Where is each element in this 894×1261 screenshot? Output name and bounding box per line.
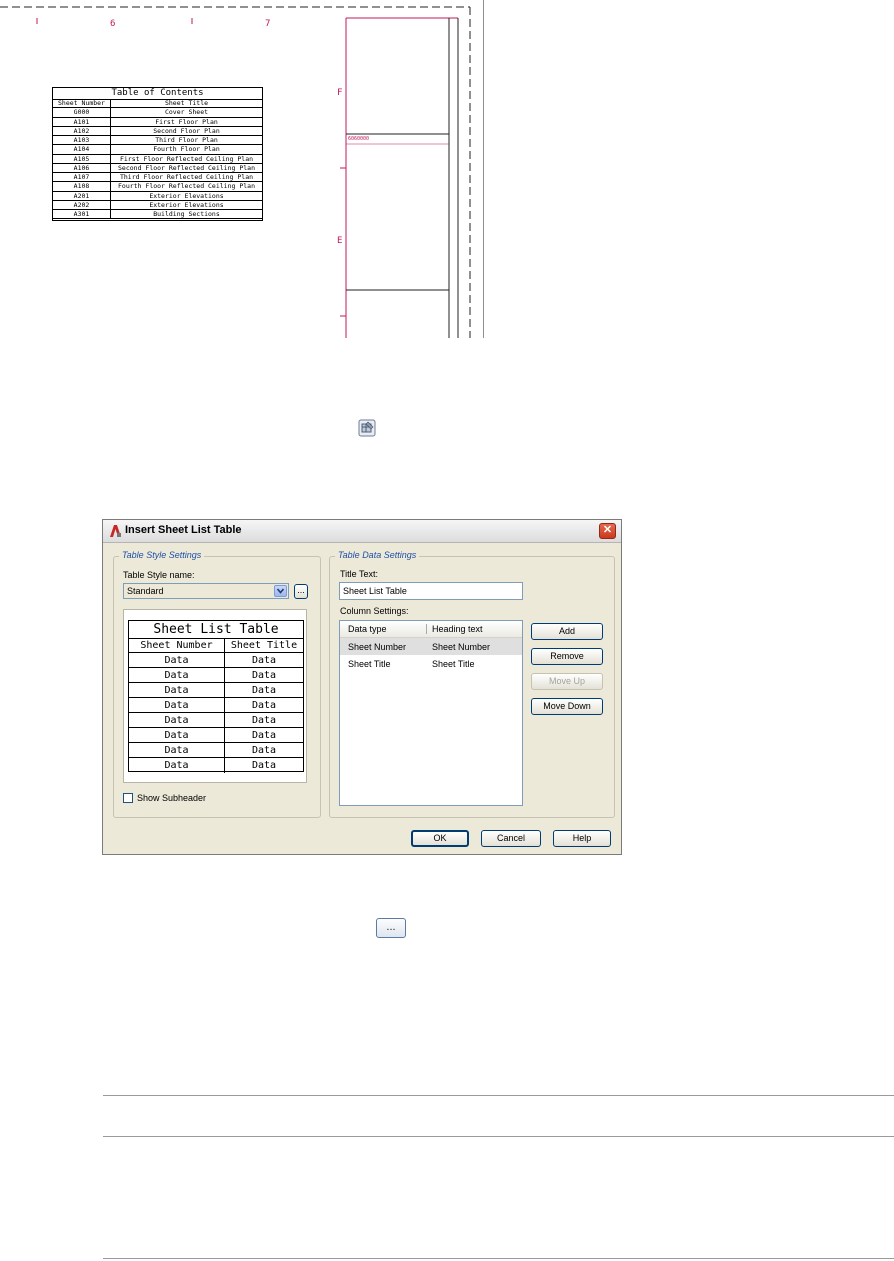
show-subheader-checkbox[interactable] — [123, 793, 133, 803]
toc-sheet-title: Building Sections — [111, 210, 262, 220]
help-button[interactable]: Help — [553, 830, 611, 847]
sheet-list-table-tool-icon — [358, 419, 376, 437]
toc-sheet-number: A105 — [53, 154, 111, 164]
preview-data-cell: Data — [225, 653, 303, 668]
toc-sheet-number: A108 — [53, 182, 111, 192]
toc-sheet-number: A106 — [53, 163, 111, 173]
preview-table: Sheet List Table Sheet Number Sheet Title… — [128, 620, 304, 773]
chevron-down-icon[interactable] — [274, 585, 287, 597]
table-style-name-value: Standard — [127, 586, 164, 596]
preview-data-cell: Data — [225, 698, 303, 713]
column-settings-list[interactable]: Data type Heading text Sheet Number Shee… — [339, 620, 523, 806]
table-style-settings-legend: Table Style Settings — [119, 550, 205, 560]
toc-header-cell: Sheet Number — [53, 99, 111, 109]
preview-data-cell: Data — [129, 683, 225, 698]
toc-sheet-title: Cover Sheet — [111, 108, 262, 118]
preview-data-cell: Data — [129, 668, 225, 683]
toc-sheet-title: Third Floor Plan — [111, 136, 262, 146]
preview-data-cell: Data — [251, 760, 277, 771]
column-data-type: Sheet Number — [348, 642, 407, 652]
drawing-viewport: 6 7 F E 6060000 Table of Contents Sheet … — [0, 0, 484, 338]
column-label: 7 — [265, 19, 271, 29]
toc-sheet-number: A202 — [53, 200, 111, 210]
toc-header-cell: Sheet Title — [111, 99, 262, 109]
toc-sheet-title: First Floor Plan — [111, 118, 262, 127]
toc-sheet-title: Fourth Floor Plan — [111, 145, 262, 155]
toc-sheet-number: A102 — [53, 126, 111, 136]
toc-sheet-number: A201 — [53, 191, 111, 201]
preview-header-cell: Sheet Number — [129, 638, 225, 653]
toc-sheet-title: Third Floor Reflected Ceiling Plan — [111, 173, 262, 183]
drawing-note: 6060000 — [348, 136, 370, 142]
close-icon: ✕ — [602, 524, 613, 536]
column-row[interactable]: Sheet Title Sheet Title — [340, 655, 522, 672]
move-up-button[interactable]: Move Up — [531, 673, 603, 690]
column-header-data-type[interactable]: Data type — [348, 624, 387, 634]
row-label: F — [337, 88, 343, 98]
preview-data-cell: Data — [225, 743, 303, 758]
row-label: E — [337, 236, 343, 246]
close-button[interactable]: ✕ — [599, 523, 616, 539]
title-text-value: Sheet List Table — [343, 586, 407, 596]
title-text-label: Title Text: — [340, 569, 379, 579]
preview-data-cell: Data — [129, 653, 225, 668]
toc-sheet-number: A104 — [53, 145, 111, 155]
column-data-type: Sheet Title — [348, 659, 391, 669]
cancel-button[interactable]: Cancel — [481, 830, 541, 847]
ellipsis-button-icon: ... — [376, 918, 406, 938]
table-data-settings-legend: Table Data Settings — [335, 550, 420, 560]
column-label: 6 — [110, 19, 116, 29]
table-style-name-dropdown[interactable]: Standard — [123, 583, 289, 599]
preview-data-cell: Data — [129, 743, 225, 758]
preview-data-cell: Data — [225, 728, 303, 743]
column-row[interactable]: Sheet Number Sheet Number — [340, 638, 522, 655]
toc-sheet-title: Second Floor Reflected Ceiling Plan — [111, 164, 262, 173]
toc-sheet-title: Exterior Elevations — [111, 201, 262, 210]
divider — [103, 1095, 894, 1096]
dialog-title: Insert Sheet List Table — [125, 524, 242, 536]
toc-sheet-number: A103 — [53, 136, 111, 146]
column-list-header: Data type Heading text — [340, 621, 522, 638]
column-header-heading-text[interactable]: Heading text — [432, 624, 483, 634]
table-style-name-label: Table Style name: — [123, 570, 195, 580]
column-heading-text: Sheet Title — [432, 659, 475, 669]
toc-sheet-title: Second Floor Plan — [111, 127, 262, 136]
table-style-preview: Sheet List Table Sheet Number Sheet Title… — [123, 609, 307, 783]
dialog-title-bar[interactable]: Insert Sheet List Table ✕ — [103, 520, 621, 543]
divider — [103, 1258, 894, 1259]
toc-sheet-number: G000 — [53, 108, 111, 118]
autocad-app-icon — [108, 524, 122, 538]
preview-data-cell: Data — [225, 668, 303, 683]
preview-header-cell: Sheet Title — [225, 638, 303, 653]
preview-data-cell: Data — [129, 758, 225, 773]
remove-button[interactable]: Remove — [531, 648, 603, 665]
column-settings-label: Column Settings: — [340, 606, 409, 616]
toc-sheet-title: First Floor Reflected Ceiling Plan — [111, 155, 262, 164]
toc-sheet-number: A101 — [53, 117, 111, 127]
insert-sheet-list-table-dialog: Insert Sheet List Table ✕ Table Style Se… — [102, 519, 622, 855]
table-of-contents: Table of Contents Sheet Number Sheet Titl… — [52, 87, 263, 221]
ok-button[interactable]: OK — [411, 830, 469, 847]
move-down-button[interactable]: Move Down — [531, 698, 603, 715]
browse-table-style-button[interactable]: ... — [294, 584, 308, 599]
title-text-input[interactable]: Sheet List Table — [339, 582, 523, 600]
preview-data-cell: Data — [225, 683, 303, 698]
toc-sheet-number: A301 — [53, 210, 111, 220]
preview-data-cell: Data — [225, 713, 303, 728]
preview-data-cell: Data — [129, 728, 225, 743]
toc-sheet-title: Exterior Elevations — [111, 192, 262, 201]
add-button[interactable]: Add — [531, 623, 603, 640]
show-subheader-label: Show Subheader — [137, 793, 207, 803]
preview-table-title: Sheet List Table — [129, 621, 303, 639]
preview-data-cell: Data — [129, 713, 225, 728]
toc-sheet-number: A107 — [53, 173, 111, 183]
toc-sheet-title: Fourth Floor Reflected Ceiling Plan — [111, 182, 262, 192]
column-heading-text: Sheet Number — [432, 642, 491, 652]
divider — [103, 1136, 894, 1137]
preview-data-cell: Data — [129, 698, 225, 713]
